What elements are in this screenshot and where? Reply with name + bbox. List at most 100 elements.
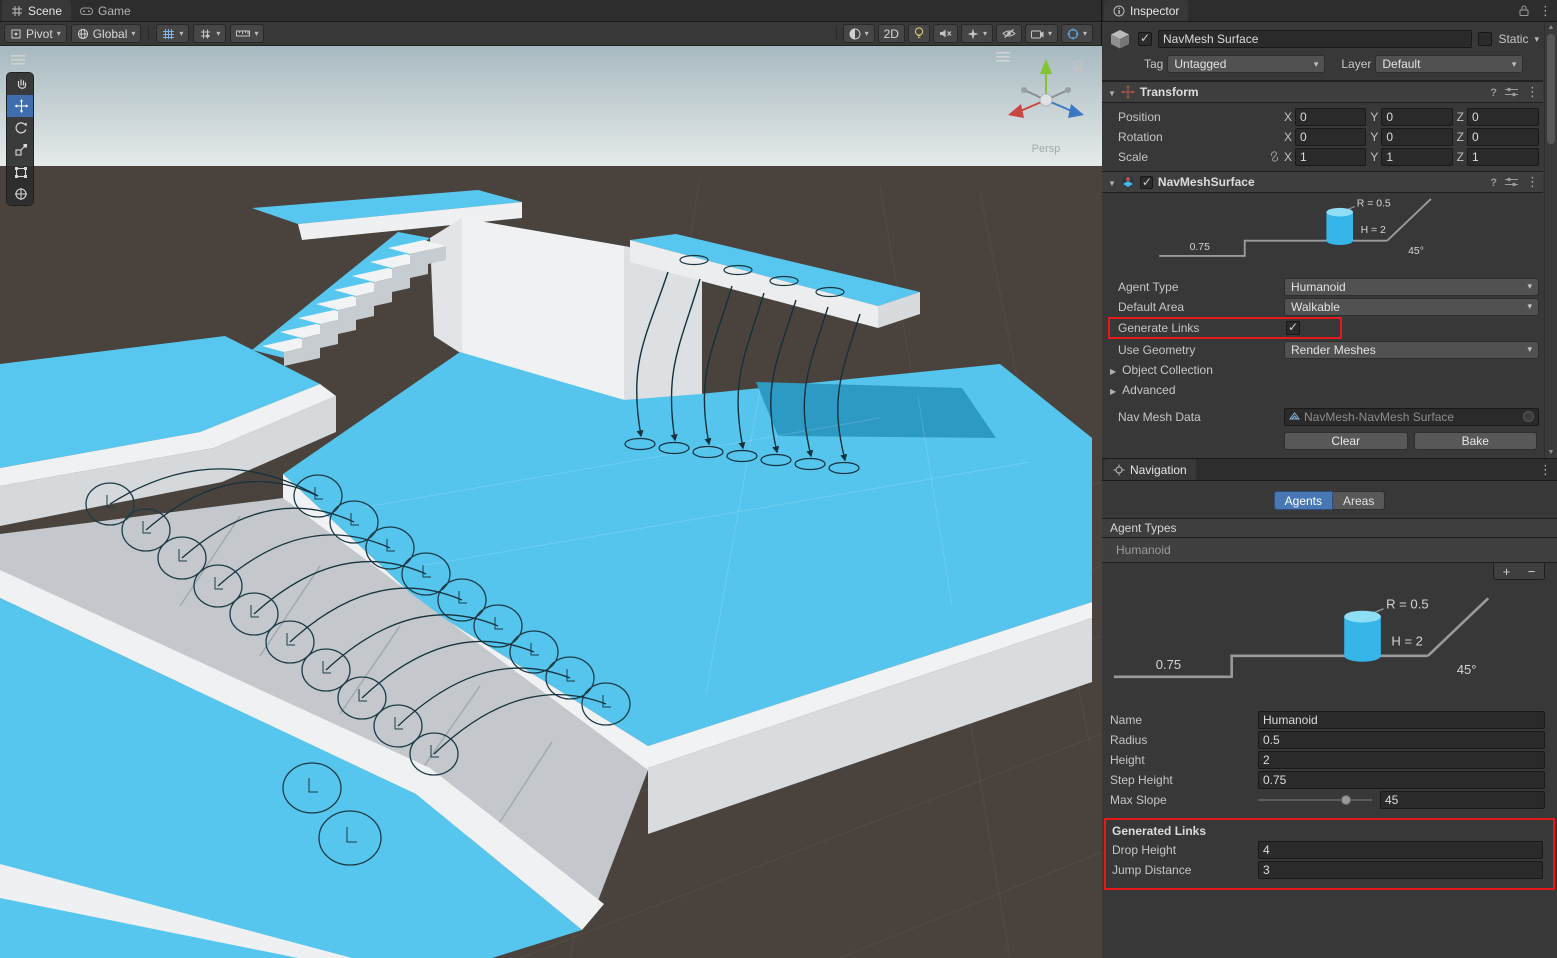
- help-icon[interactable]: [1490, 175, 1497, 189]
- navigation-agent-diagram: R = 0.5 H = 2 0.75 45°: [1106, 594, 1551, 702]
- presets-icon[interactable]: [1505, 177, 1518, 187]
- bake-button[interactable]: Bake: [1414, 432, 1538, 450]
- effects-dropdown[interactable]: ▾: [961, 24, 993, 43]
- slider-thumb[interactable]: [1341, 795, 1351, 805]
- scale-z-field[interactable]: [1467, 148, 1539, 166]
- nav-diagram-step-label: 0.75: [1156, 657, 1181, 672]
- lighting-toggle[interactable]: [908, 24, 930, 43]
- scale-y-field[interactable]: [1381, 148, 1452, 166]
- presets-icon[interactable]: [1505, 87, 1518, 97]
- gameobject-name-field[interactable]: [1158, 30, 1472, 48]
- agent-name-field[interactable]: [1258, 711, 1545, 729]
- scene-toolbar-right: ▾ 2D ▾ ▾ ▾: [833, 24, 1097, 43]
- scale-row: Scale X Y Z: [1108, 147, 1539, 166]
- scene-visibility-toggle[interactable]: [996, 24, 1022, 43]
- nav-diagram-slope-label: 45°: [1457, 662, 1477, 677]
- object-collection-foldout[interactable]: Object Collection: [1110, 361, 1539, 379]
- rotate-tool-button[interactable]: [7, 117, 34, 139]
- shading-mode-dropdown[interactable]: ▾: [843, 24, 875, 43]
- help-icon[interactable]: [1490, 85, 1497, 99]
- use-geometry-dropdown[interactable]: Render Meshes▾: [1284, 341, 1539, 359]
- tab-game[interactable]: Game: [71, 0, 140, 21]
- gameobject-active-checkbox[interactable]: [1138, 32, 1152, 46]
- scale-tool-button[interactable]: [7, 139, 34, 161]
- transform-menu-kebab[interactable]: [1526, 84, 1539, 100]
- grid-visibility-toggle[interactable]: ▾: [156, 24, 189, 43]
- tab-navigation[interactable]: Navigation: [1104, 459, 1196, 480]
- scrollbar-thumb[interactable]: [1547, 34, 1555, 144]
- jump-distance-field[interactable]: [1258, 861, 1543, 879]
- snap-settings-dropdown[interactable]: ▾: [193, 24, 226, 43]
- inspector-scrollbar[interactable]: ▲ ▼: [1544, 22, 1557, 458]
- agent-height-field[interactable]: [1258, 751, 1545, 769]
- scene-overlay-menu-icon[interactable]: [996, 52, 1010, 62]
- generate-links-checkbox[interactable]: [1286, 321, 1300, 335]
- clear-button[interactable]: Clear: [1284, 432, 1408, 450]
- measure-dropdown[interactable]: ▾: [230, 24, 264, 43]
- layer-dropdown[interactable]: Default▾: [1375, 55, 1523, 73]
- static-dropdown-arrow[interactable]: ▾: [1534, 34, 1539, 45]
- inspector-menu-kebab[interactable]: [1534, 0, 1557, 21]
- drop-height-field[interactable]: [1258, 841, 1543, 859]
- agent-type-list-item[interactable]: Humanoid: [1102, 538, 1557, 562]
- position-z-field[interactable]: [1467, 108, 1539, 126]
- agent-radius-field[interactable]: [1258, 731, 1545, 749]
- tab-game-label: Game: [98, 4, 131, 18]
- constrain-proportions-icon[interactable]: [1269, 151, 1280, 162]
- agent-step-height-field[interactable]: [1258, 771, 1545, 789]
- position-y-field[interactable]: [1381, 108, 1452, 126]
- navmeshsurface-menu-kebab[interactable]: [1526, 174, 1539, 190]
- rotation-y-field[interactable]: [1381, 128, 1452, 146]
- hand-tool-button[interactable]: [7, 73, 34, 95]
- component-tools-dropdown[interactable]: ▾: [1061, 24, 1093, 43]
- chevron-down-icon: ▾: [57, 29, 61, 38]
- lock-icon[interactable]: [1514, 0, 1534, 21]
- diagram-height-label: H = 2: [1361, 225, 1386, 236]
- transform-header[interactable]: Transform: [1102, 81, 1543, 103]
- scene-viewport[interactable]: Persp: [0, 46, 1102, 958]
- overlay-menu-button[interactable]: [6, 52, 30, 68]
- scale-x-field[interactable]: [1295, 148, 1366, 166]
- foldout-arrow-icon[interactable]: [1108, 175, 1116, 189]
- rect-tool-button[interactable]: [7, 161, 34, 183]
- tag-dropdown[interactable]: Untagged▾: [1167, 55, 1325, 73]
- max-slope-slider[interactable]: [1258, 791, 1372, 809]
- navmeshsurface-header[interactable]: NavMeshSurface: [1102, 171, 1543, 193]
- position-x-field[interactable]: [1295, 108, 1366, 126]
- gizmo-projection-label[interactable]: Persp: [1032, 143, 1061, 155]
- advanced-foldout[interactable]: Advanced: [1110, 381, 1539, 399]
- transform-tool-button[interactable]: [7, 183, 34, 205]
- default-area-dropdown[interactable]: Walkable▾: [1284, 298, 1539, 316]
- agent-types-list: Humanoid: [1102, 538, 1557, 563]
- add-agent-type-button[interactable]: +: [1494, 563, 1519, 579]
- audio-toggle[interactable]: [933, 24, 958, 43]
- tag-label: Tag: [1144, 57, 1163, 71]
- rotation-z-field[interactable]: [1467, 128, 1539, 146]
- global-dropdown[interactable]: Global▾: [71, 24, 142, 43]
- camera-settings-dropdown[interactable]: ▾: [1025, 24, 1058, 43]
- navigation-menu-kebab[interactable]: [1534, 459, 1557, 480]
- agents-tab-button[interactable]: Agents: [1274, 491, 1333, 510]
- areas-tab-button[interactable]: Areas: [1333, 491, 1385, 510]
- object-picker-icon[interactable]: [1523, 411, 1534, 422]
- agent-type-dropdown[interactable]: Humanoid▾: [1284, 278, 1539, 296]
- navmeshsurface-enabled-checkbox[interactable]: [1140, 176, 1153, 189]
- transform-tool-icon: [14, 187, 28, 201]
- gizmo-center-cube[interactable]: [1040, 94, 1052, 106]
- tab-scene[interactable]: Scene: [2, 0, 71, 21]
- nav-mesh-data-field[interactable]: NavMesh-NavMesh Surface: [1284, 408, 1539, 426]
- generate-links-row: Generate Links: [1108, 317, 1539, 339]
- tab-inspector[interactable]: Inspector: [1104, 0, 1188, 21]
- foldout-arrow-icon[interactable]: [1108, 85, 1116, 99]
- rotation-x-field[interactable]: [1295, 128, 1366, 146]
- blue-target-icon: [1067, 28, 1079, 40]
- navigation-window: Navigation Agents Areas Agent Types Huma…: [1102, 458, 1557, 958]
- static-checkbox[interactable]: [1478, 32, 1492, 46]
- jump-distance-row: Jump Distance: [1110, 860, 1543, 880]
- 2d-toggle[interactable]: 2D: [878, 24, 905, 43]
- move-tool-button[interactable]: [7, 95, 34, 117]
- remove-agent-type-button[interactable]: −: [1519, 563, 1544, 579]
- camera-icon: [1031, 29, 1044, 39]
- pivot-dropdown[interactable]: Pivot▾: [4, 24, 67, 43]
- max-slope-value-field[interactable]: [1380, 791, 1545, 809]
